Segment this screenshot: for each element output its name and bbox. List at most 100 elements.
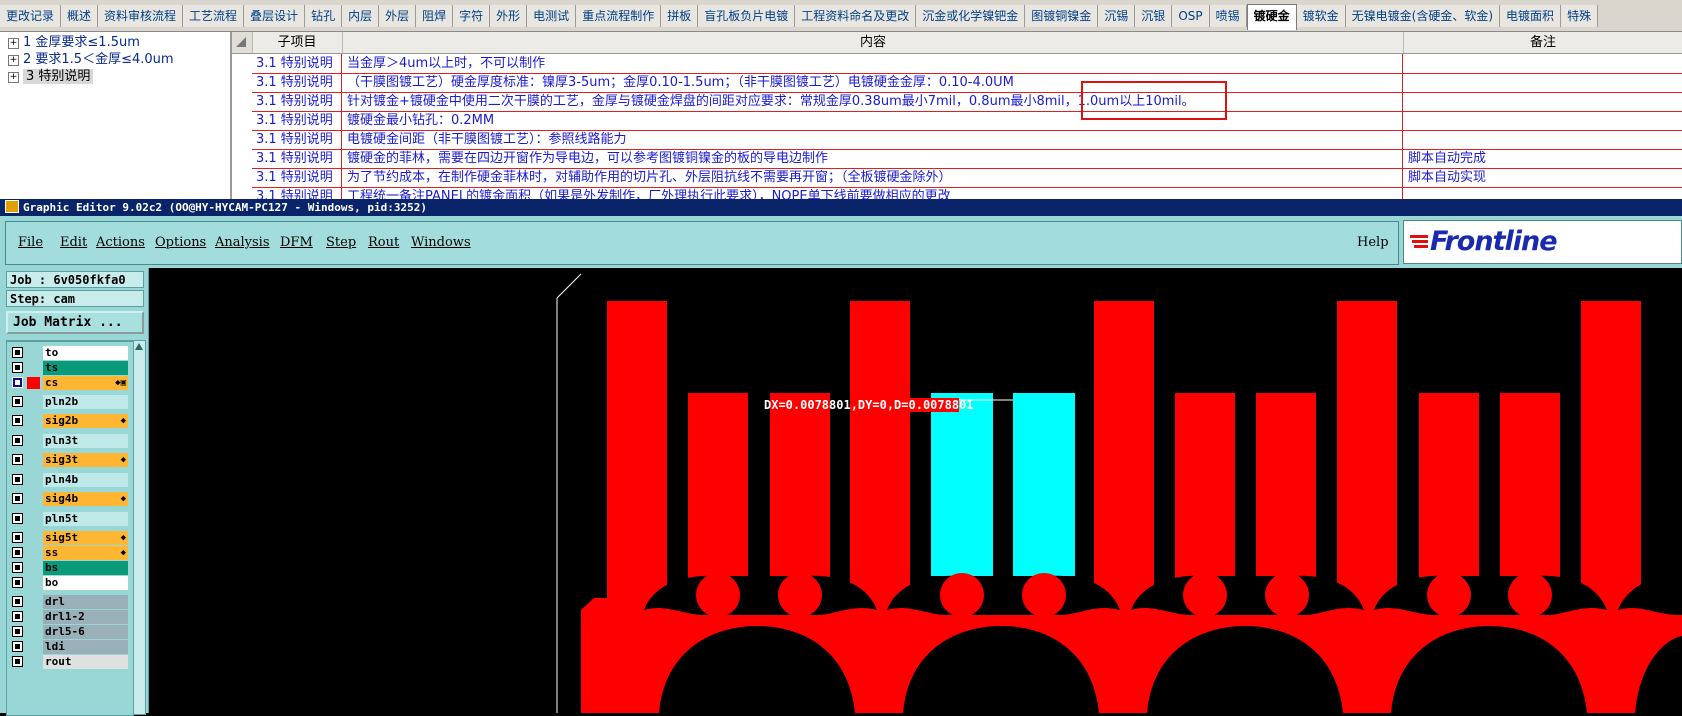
row-item-cell[interactable]: 3.1 特别说明 <box>252 130 342 149</box>
expand-icon[interactable]: + <box>8 55 19 66</box>
tab-7[interactable]: 外层 <box>379 5 417 27</box>
row-note-cell[interactable]: 脚本自动实现 <box>1404 168 1682 187</box>
layer-name[interactable]: sig4b ◆ <box>43 492 128 506</box>
row-note-cell[interactable] <box>1404 92 1682 111</box>
row-note-cell[interactable] <box>1404 73 1682 92</box>
layer-checkbox[interactable] <box>12 611 23 622</box>
row-content-cell[interactable]: 为了节约成本，在制作硬金菲林时，对辅助作用的切片孔、外层阻抗线不需要再开窗；（全… <box>343 168 1403 187</box>
tab-9[interactable]: 字符 <box>453 5 491 27</box>
layer-name[interactable]: pln5t <box>43 512 128 526</box>
tab-22[interactable]: 镀硬金 <box>1246 4 1297 30</box>
tab-14[interactable]: 盲孔板负片电镀 <box>698 5 796 27</box>
row-note-cell[interactable] <box>1404 130 1682 149</box>
row-item-cell[interactable]: 3.1 特别说明 <box>252 54 342 73</box>
layer-name[interactable]: drl1-2 <box>43 610 128 624</box>
menu-help[interactable]: Help <box>1357 235 1389 250</box>
layer-checkbox[interactable] <box>12 532 23 543</box>
row-content-cell[interactable]: 电镀硬金间距（非干膜图镀工艺）：参照线路能力 <box>343 130 1403 149</box>
layer-name[interactable]: ss ◆ <box>43 546 128 560</box>
tab-18[interactable]: 沉锡 <box>1098 5 1136 27</box>
layer-checkbox[interactable] <box>12 626 23 637</box>
row-item-cell[interactable]: 3.1 特别说明 <box>252 92 342 111</box>
row-note-cell[interactable] <box>1404 54 1682 73</box>
layer-name[interactable]: drl5-6 <box>43 625 128 639</box>
layer-row[interactable]: sig5t ◆ <box>10 531 128 545</box>
layer-name[interactable]: pln3t <box>43 434 128 448</box>
column-header-note[interactable]: 备注 <box>1404 32 1682 53</box>
layer-row[interactable]: ss ◆ <box>10 546 128 560</box>
layer-name[interactable]: rout <box>43 655 128 669</box>
tab-17[interactable]: 图镀铜镍金 <box>1025 5 1099 27</box>
layer-name[interactable]: ts <box>43 361 128 375</box>
layer-list-scrollbar[interactable] <box>133 340 146 715</box>
layer-row[interactable]: drl1-2 <box>10 610 128 624</box>
layer-row[interactable]: sig4b ◆ <box>10 492 128 506</box>
layer-name[interactable]: to <box>43 346 128 360</box>
layer-row[interactable]: ldi <box>10 640 128 654</box>
tab-0[interactable]: 更改记录 <box>0 5 62 27</box>
layer-checkbox[interactable] <box>12 641 23 652</box>
layer-checkbox[interactable] <box>12 415 23 426</box>
tree-item-gold-thickness-2[interactable]: +2 要求1.5＜金厚≤4.0um <box>8 51 174 68</box>
layer-row[interactable]: ts <box>10 361 128 375</box>
row-content-cell[interactable]: 当金厚＞4um以上时，不可以制作 <box>343 54 1403 73</box>
layer-checkbox[interactable] <box>12 454 23 465</box>
layer-name[interactable]: sig3t ◆ <box>43 453 128 467</box>
layer-checkbox[interactable] <box>12 656 23 667</box>
layer-checkbox[interactable] <box>12 396 23 407</box>
layer-checkbox[interactable] <box>12 474 23 485</box>
tab-16[interactable]: 沉金或化学镍钯金 <box>916 5 1026 27</box>
layer-name[interactable]: cs ◆▣ <box>43 376 128 390</box>
tab-4[interactable]: 叠层设计 <box>244 5 306 27</box>
layer-checkbox[interactable] <box>12 435 23 446</box>
tab-6[interactable]: 内层 <box>342 5 380 27</box>
layer-row[interactable]: bo <box>10 576 128 590</box>
tab-13[interactable]: 拼板 <box>661 5 699 27</box>
tab-25[interactable]: 电镀面积 <box>1500 5 1562 27</box>
expand-icon[interactable]: + <box>8 38 19 49</box>
layer-row[interactable]: rout <box>10 655 128 669</box>
table-row[interactable]: 3.1 特别说明 当金厚＞4um以上时，不可以制作 <box>252 54 1682 74</box>
layer-name[interactable]: bo <box>43 576 128 590</box>
column-header-item[interactable]: 子项目 <box>252 32 343 53</box>
tab-2[interactable]: 资料审核流程 <box>98 5 184 27</box>
layer-name[interactable]: drl <box>43 595 128 609</box>
layer-checkbox[interactable] <box>12 513 23 524</box>
job-matrix-button[interactable]: Job Matrix ... <box>6 311 144 334</box>
table-row[interactable]: 3.1 特别说明 镀硬金的菲林，需要在四边开窗作为导电边，可以参考图镀铜镍金的板的… <box>252 149 1682 169</box>
tab-12[interactable]: 重点流程制作 <box>576 5 662 27</box>
row-item-cell[interactable]: 3.1 特别说明 <box>252 73 342 92</box>
layer-row[interactable]: sig2b ◆ <box>10 414 128 428</box>
layer-name[interactable]: pln2b <box>43 395 128 409</box>
graphic-canvas[interactable]: DX=0.0078801,DY=0,D=0.0078801 <box>149 268 1682 713</box>
row-note-cell[interactable]: 脚本自动完成 <box>1404 149 1682 168</box>
tab-20[interactable]: OSP <box>1172 5 1210 27</box>
layer-checkbox[interactable] <box>12 577 23 588</box>
table-row[interactable]: 3.1 特别说明 （干膜图镀工艺）硬金厚度标准：镍厚3-5um；金厚0.10-1.… <box>252 73 1682 93</box>
row-content-cell[interactable]: 镀硬金最小钻孔：0.2MM <box>343 111 1403 130</box>
table-row[interactable]: 3.1 特别说明 电镀硬金间距（非干膜图镀工艺）：参照线路能力 <box>252 130 1682 150</box>
layer-checkbox[interactable] <box>12 547 23 558</box>
layer-name[interactable]: pln4b <box>43 473 128 487</box>
row-content-cell[interactable]: （干膜图镀工艺）硬金厚度标准：镍厚3-5um；金厚0.10-1.5um；（非干膜… <box>343 73 1403 92</box>
tree-item-special-notes[interactable]: +3 特别说明 <box>8 68 94 85</box>
tab-8[interactable]: 阻焊 <box>416 5 454 27</box>
tab-10[interactable]: 外形 <box>490 5 528 27</box>
tab-15[interactable]: 工程资料命名及更改 <box>795 5 917 27</box>
layer-checkbox[interactable] <box>12 596 23 607</box>
tab-26[interactable]: 特殊 <box>1561 5 1599 27</box>
layer-row[interactable]: pln5t <box>10 512 128 526</box>
layer-row[interactable]: pln2b <box>10 395 128 409</box>
row-content-cell[interactable]: 针对镀金+镀硬金中使用二次干膜的工艺，金厚与镀硬金焊盘的间距对应要求：常规金厚0… <box>343 92 1403 111</box>
table-row[interactable]: 3.1 特别说明 针对镀金+镀硬金中使用二次干膜的工艺，金厚与镀硬金焊盘的间距对应… <box>252 92 1682 112</box>
tree-item-gold-thickness-1[interactable]: +1 金厚要求≤1.5um <box>8 34 140 51</box>
layer-checkbox[interactable] <box>12 562 23 573</box>
row-item-cell[interactable]: 3.1 特别说明 <box>252 111 342 130</box>
layer-row[interactable]: to <box>10 346 128 360</box>
menu-edit[interactable]: Edit <box>60 235 87 250</box>
layer-name[interactable]: sig5t ◆ <box>43 531 128 545</box>
menu-analysis[interactable]: Analysis <box>215 235 270 250</box>
grid-corner-cell[interactable] <box>232 32 253 53</box>
menu-file[interactable]: File <box>18 235 43 250</box>
menu-rout[interactable]: Rout <box>368 235 399 250</box>
